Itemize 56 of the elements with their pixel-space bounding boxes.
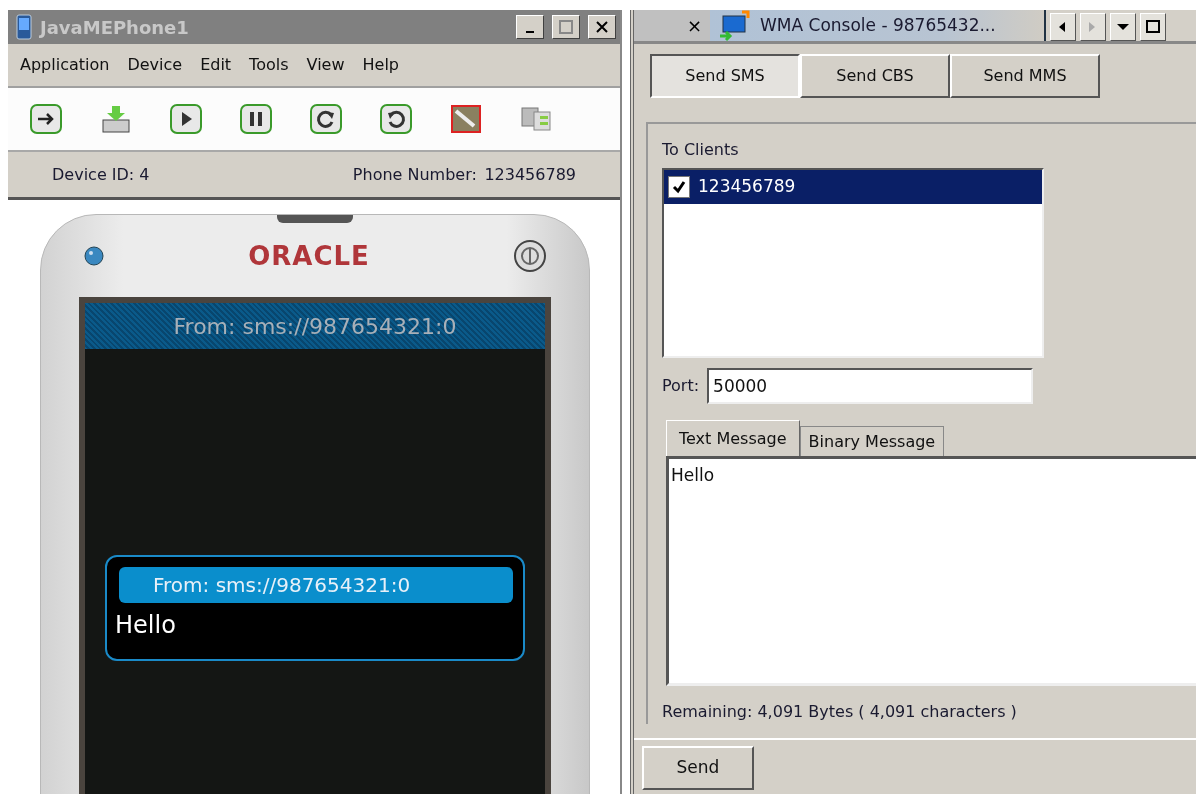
mode-button[interactable]: Send SMS — [650, 54, 800, 98]
maximize-icon — [1145, 19, 1160, 35]
redo-icon[interactable] — [310, 104, 342, 134]
menu-item[interactable]: Device — [121, 53, 189, 77]
device-id-label: Device ID: 4 — [52, 163, 150, 186]
minimize-icon — [526, 31, 534, 33]
message-text-area[interactable]: Hello — [666, 456, 1196, 686]
remaining-text: Remaining: 4,091 Bytes ( 4,091 characters ) — [662, 701, 1018, 723]
alert-message: Hello — [115, 610, 177, 641]
arrow-right-icon[interactable] — [30, 104, 62, 134]
menu-item[interactable]: View — [300, 53, 351, 77]
scroll-right-button[interactable] — [1079, 13, 1106, 41]
tab-title: WMA Console - 98765432... — [760, 13, 996, 37]
scroll-left-button[interactable] — [1049, 13, 1076, 41]
close-tab-button[interactable]: × — [634, 10, 710, 41]
console-tab[interactable]: WMA Console - 98765432... — [710, 10, 1046, 41]
message-tab[interactable]: Text Message — [666, 420, 800, 456]
mode-button[interactable]: Send CBS — [800, 54, 950, 98]
phone-number-value: 123456789 — [484, 163, 576, 186]
minimize-button[interactable] — [516, 15, 544, 39]
led-icon — [83, 245, 105, 267]
menu-item[interactable]: Edit — [194, 53, 238, 77]
phone-number-label: Phone Number: — [352, 163, 477, 186]
checkmark-icon — [672, 180, 686, 194]
undo-icon[interactable] — [380, 104, 412, 134]
clients-list[interactable]: 123456789 — [662, 168, 1044, 358]
send-button[interactable]: Send — [642, 746, 754, 790]
download-tray-icon[interactable] — [100, 104, 132, 134]
maximize-pane-button[interactable] — [1139, 13, 1166, 41]
to-clients-label: To Clients — [662, 139, 740, 161]
mode-button[interactable]: Send MMS — [950, 54, 1100, 98]
client-checkbox[interactable] — [668, 176, 690, 198]
menu-item[interactable]: Tools — [243, 53, 295, 77]
monitor-arrows-icon — [718, 9, 752, 42]
tab-list-button[interactable] — [1109, 13, 1136, 41]
client-number: 123456789 — [698, 175, 796, 199]
alert-title: From: sms://987654321:0 — [119, 567, 513, 603]
menu-item[interactable]: Application — [14, 53, 116, 77]
menu-item[interactable]: Help — [356, 53, 405, 77]
close-button[interactable] — [588, 15, 616, 39]
pause-icon[interactable] — [240, 104, 272, 134]
power-button-icon[interactable] — [513, 239, 547, 273]
window-title: JavaMEPhone1 — [40, 15, 190, 40]
maximize-button[interactable] — [552, 15, 580, 39]
maximize-icon — [559, 20, 573, 34]
port-field[interactable]: 50000 — [707, 368, 1034, 404]
message-tab[interactable]: Binary Message — [799, 426, 945, 456]
close-icon — [595, 20, 609, 34]
port-label: Port: — [662, 375, 700, 397]
phone-icon — [16, 14, 32, 40]
play-icon[interactable] — [170, 104, 202, 134]
folder-grid-icon[interactable] — [520, 104, 552, 134]
screen-title: From: sms://987654321:0 — [85, 303, 545, 349]
brand-logo: ORACLE — [248, 239, 370, 273]
client-row[interactable]: 123456789 — [664, 170, 1042, 204]
wrench-panel-icon[interactable] — [450, 104, 482, 134]
